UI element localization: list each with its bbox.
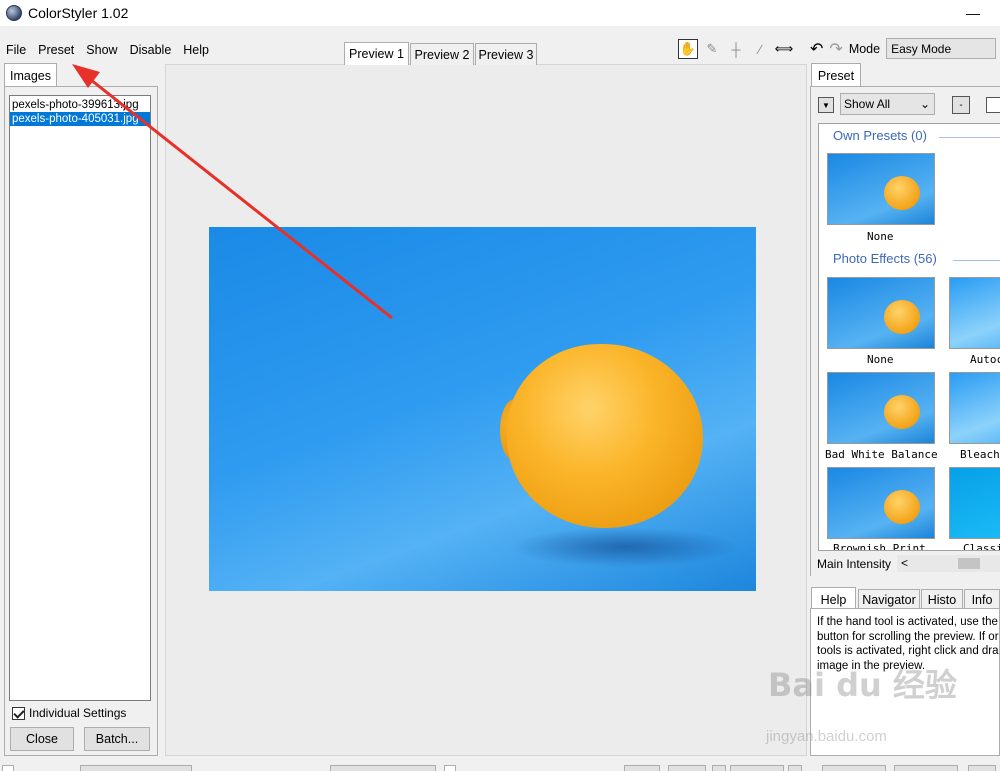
- preset-list[interactable]: Own Presets (0) None Photo Effects (56) …: [818, 123, 1000, 551]
- list-item-selected[interactable]: pexels-photo-405031.jpg: [10, 112, 150, 126]
- show-filter-select[interactable]: Show All ⌄: [840, 93, 935, 115]
- bottom-bar: [0, 762, 1000, 771]
- preset-label: Bad White Balance: [825, 448, 938, 461]
- batch-button[interactable]: Batch...: [84, 727, 150, 751]
- preset-menu-button[interactable]: ▼: [818, 97, 834, 113]
- brush-icon[interactable]: ∕: [750, 39, 770, 59]
- section-divider: [953, 260, 1000, 261]
- lemon: [507, 344, 703, 528]
- image-shadow: [509, 527, 739, 567]
- tab-preview-2[interactable]: Preview 2: [410, 43, 474, 65]
- tab-histogram[interactable]: Histo: [921, 589, 963, 609]
- close-button[interactable]: Close: [10, 727, 74, 751]
- undo-icon[interactable]: ↶: [810, 39, 823, 59]
- remove-preset-button[interactable]: -: [952, 96, 970, 114]
- multi-checkbox[interactable]: [444, 765, 456, 771]
- image-file-list[interactable]: pexels-photo-399613.jpg pexels-photo-405…: [9, 95, 151, 701]
- preset-thumb-none-own[interactable]: [827, 153, 935, 225]
- hand-tool-icon[interactable]: ✋: [678, 39, 698, 59]
- preset-label: Brownish Print: [833, 542, 926, 551]
- menu-preset[interactable]: Preset: [32, 40, 80, 62]
- help-button[interactable]: [968, 765, 996, 771]
- open-button[interactable]: [822, 765, 886, 771]
- individual-settings-row[interactable]: Individual Settings: [12, 706, 126, 720]
- list-item[interactable]: pexels-photo-399613.jpg: [10, 98, 150, 112]
- preset-label: None: [867, 230, 894, 243]
- tab-preset[interactable]: Preset: [811, 63, 861, 87]
- window-title: ColorStyler 1.02: [28, 5, 129, 21]
- arrow-head: [72, 64, 100, 88]
- preset-option-checkbox[interactable]: [986, 97, 1000, 113]
- images-panel: pexels-photo-399613.jpg pexels-photo-405…: [4, 86, 158, 756]
- mode-select[interactable]: Easy Mode: [886, 38, 997, 59]
- zoom-field[interactable]: [80, 765, 192, 771]
- menu-disable[interactable]: Disable: [124, 40, 178, 62]
- individual-settings-label: Individual Settings: [29, 706, 127, 720]
- preset-thumb-classic[interactable]: [949, 467, 1000, 539]
- preset-thumb-autocolor[interactable]: [949, 277, 1000, 349]
- slider-left-arrow[interactable]: <: [901, 556, 908, 570]
- individual-settings-checkbox[interactable]: [12, 706, 25, 720]
- mode-row: ↶ ↷ Mode Easy Mode: [810, 38, 997, 59]
- main-intensity-label: Main Intensity: [817, 557, 892, 571]
- preset-thumb-bad-white-balance[interactable]: [827, 372, 935, 444]
- tab-images[interactable]: Images: [4, 63, 57, 87]
- save-as-button[interactable]: [894, 765, 958, 771]
- app-icon: [6, 5, 22, 21]
- preset-thumb-bleach[interactable]: [949, 372, 1000, 444]
- preset-label: Classi: [963, 542, 1000, 551]
- mode-value: Easy Mode: [891, 41, 952, 56]
- main-intensity-slider[interactable]: [897, 555, 1000, 572]
- chevron-down-icon: ⌄: [919, 97, 930, 111]
- preset-panel: ▼ Show All ⌄ - Own Presets (0) None Phot…: [810, 86, 1000, 576]
- preview-image[interactable]: [209, 227, 756, 591]
- tab-preview-1[interactable]: Preview 1: [344, 42, 409, 65]
- tool-bar: ✋ ✎ ┼ ∕ ⟺: [678, 39, 794, 59]
- redo-icon[interactable]: ↷: [829, 39, 842, 59]
- tab-info[interactable]: Info: [964, 589, 1000, 609]
- split-view-icon[interactable]: ⟺: [774, 39, 794, 59]
- fit-select[interactable]: [730, 765, 784, 771]
- fit-button[interactable]: [624, 765, 660, 771]
- baidu-watermark: Bai du 经验: [768, 666, 957, 704]
- mode-label: Mode: [848, 41, 881, 56]
- preset-label: Bleach: [960, 448, 1000, 461]
- preview-checkbox[interactable]: [2, 765, 14, 771]
- crosshair-icon[interactable]: ┼: [726, 39, 746, 59]
- zoom-minus-button[interactable]: [712, 765, 726, 771]
- menu-help[interactable]: Help: [177, 40, 215, 62]
- show-filter-value: Show All: [844, 97, 891, 111]
- photo-effects-title: Photo Effects (56): [833, 251, 937, 266]
- eyedropper-icon[interactable]: ✎: [702, 39, 722, 59]
- slider-thumb[interactable]: [958, 558, 980, 569]
- tab-preview-3[interactable]: Preview 3: [475, 43, 537, 65]
- own-presets-title: Own Presets (0): [833, 128, 927, 143]
- section-divider: [939, 137, 1000, 138]
- baidu-watermark-url: jingyan.baidu.com: [766, 728, 887, 745]
- zoom-plus-button[interactable]: [788, 765, 802, 771]
- menu-bar: File Preset Show Disable Help: [0, 40, 215, 62]
- preset-label: Autoc: [970, 353, 1000, 366]
- menu-file[interactable]: File: [0, 40, 32, 62]
- title-bar: ColorStyler 1.02 —: [0, 0, 1000, 26]
- split-view-select[interactable]: [330, 765, 436, 771]
- preset-label: None: [867, 353, 894, 366]
- preset-thumb-none[interactable]: [827, 277, 935, 349]
- menu-show[interactable]: Show: [80, 40, 123, 62]
- zoom-100-button[interactable]: [668, 765, 706, 771]
- preset-thumb-brownish-print[interactable]: [827, 467, 935, 539]
- tab-navigator[interactable]: Navigator: [858, 589, 920, 609]
- minimize-button[interactable]: —: [950, 0, 996, 26]
